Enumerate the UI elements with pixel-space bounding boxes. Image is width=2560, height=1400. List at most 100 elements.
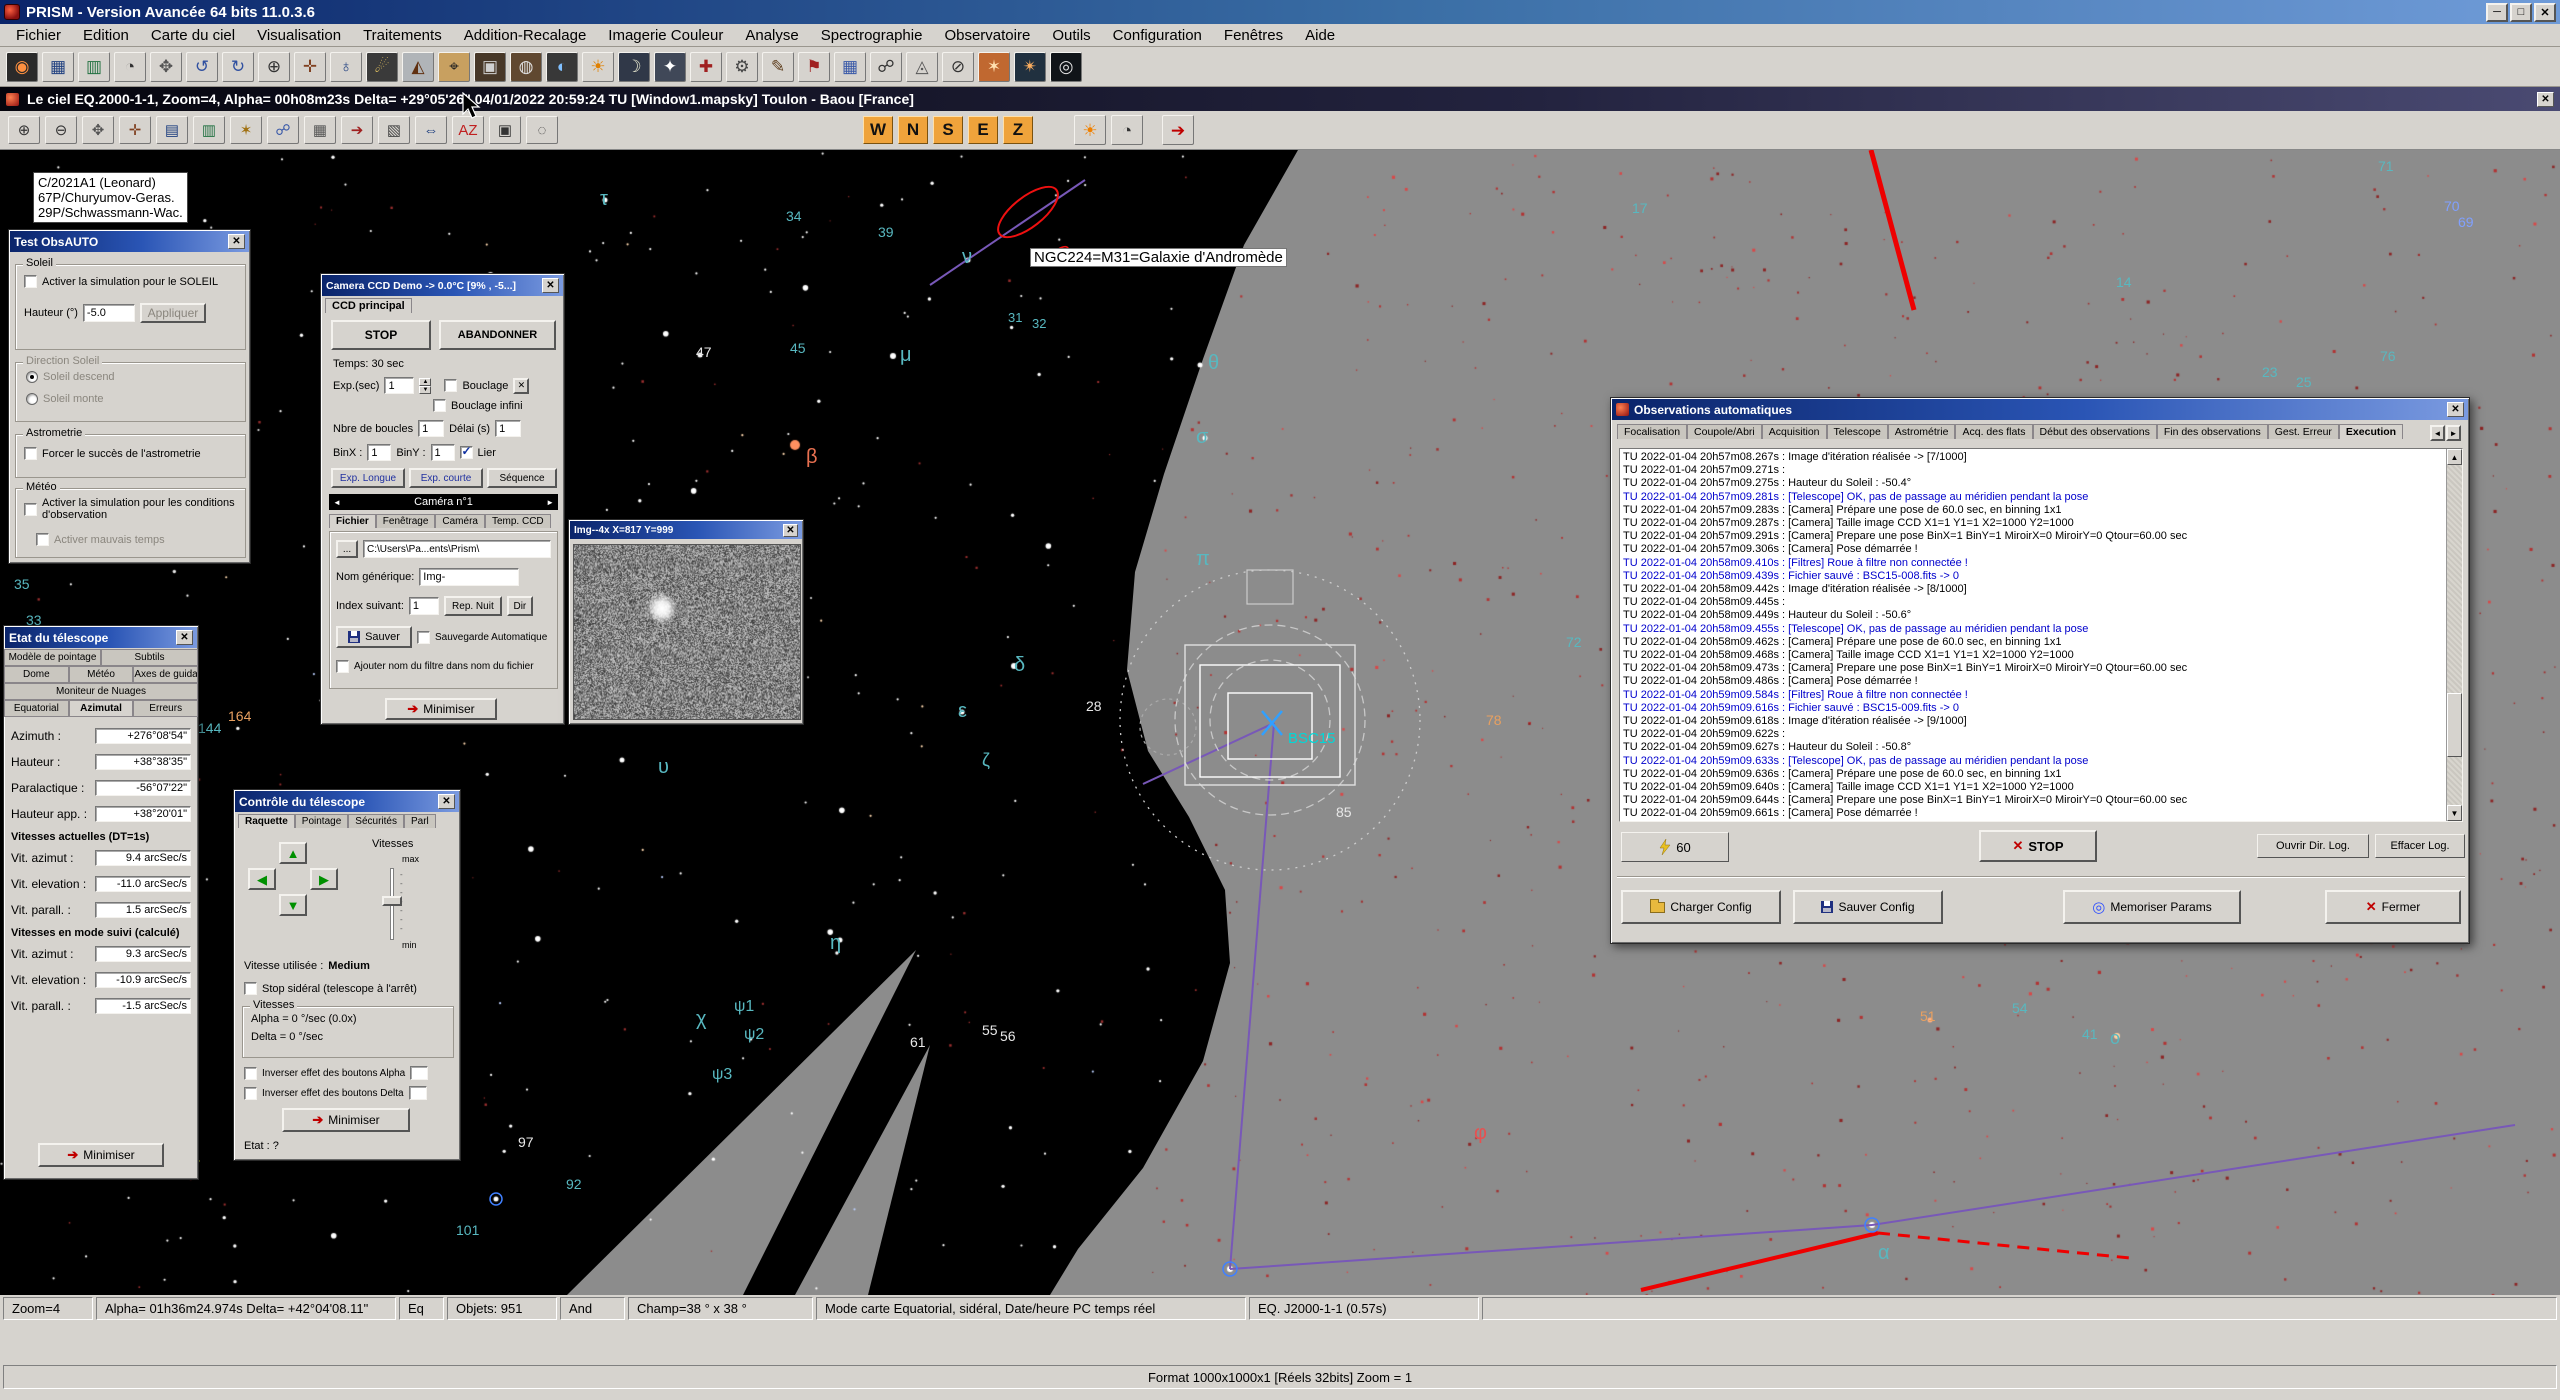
constellation-icon[interactable]: ☍ xyxy=(267,116,299,144)
tab-raquette[interactable]: Raquette xyxy=(238,814,295,828)
close-icon[interactable]: ✕ xyxy=(542,278,559,293)
zoom-icon[interactable]: ⊕ xyxy=(258,52,290,82)
obs-tab-fin-des-observations[interactable]: Fin des observations xyxy=(2157,424,2268,439)
save-icon[interactable]: ▦ xyxy=(42,52,74,82)
mount-icon[interactable]: ◬ xyxy=(906,52,938,82)
goto-icon[interactable]: ➔ xyxy=(341,116,373,144)
tab-fenetrage[interactable]: Fenêtrage xyxy=(376,514,436,528)
next-camera-icon[interactable]: ► xyxy=(546,498,554,507)
galaxy-photo-icon[interactable]: ✶ xyxy=(978,52,1010,82)
doc-icon[interactable]: ▧ xyxy=(378,116,410,144)
invert-delta-field[interactable] xyxy=(409,1086,427,1100)
pan-icon[interactable]: ✥ xyxy=(82,116,114,144)
west-button[interactable]: W xyxy=(863,116,893,144)
menu-item-fichier[interactable]: Fichier xyxy=(6,26,71,45)
invert-alpha-field[interactable] xyxy=(410,1066,428,1080)
scroll-thumb[interactable] xyxy=(2447,693,2462,757)
soleil-monte-radio[interactable] xyxy=(26,393,38,405)
minimize-dialog-button[interactable]: ➔Minimiser xyxy=(385,698,497,720)
state-tab-equatorial[interactable]: Equatorial xyxy=(4,700,69,717)
frame-icon[interactable]: ▣ xyxy=(489,116,521,144)
spectro-icon[interactable]: ◐ xyxy=(546,52,578,82)
focus-icon[interactable]: ◎ xyxy=(1050,52,1082,82)
zenith-button[interactable]: Z xyxy=(1003,116,1033,144)
tabs-scroll-right-icon[interactable]: ► xyxy=(2446,425,2461,441)
close-dialog-button[interactable]: ✕Fermer xyxy=(2325,890,2461,924)
sim-meteo-checkbox[interactable] xyxy=(24,503,37,516)
delay-input[interactable]: 1 xyxy=(495,420,521,437)
moon-icon[interactable]: ☽ xyxy=(618,52,650,82)
zoom-in-icon[interactable]: ⊕ xyxy=(8,116,40,144)
stars-icon[interactable]: ✶ xyxy=(230,116,262,144)
guide-icon[interactable]: ✚ xyxy=(690,52,722,82)
obs-tab-astrom-trie[interactable]: Astrométrie xyxy=(1888,424,1956,439)
tab-parl[interactable]: Parl xyxy=(404,814,436,828)
menu-item-outils[interactable]: Outils xyxy=(1042,26,1100,45)
speed-slider-thumb[interactable] xyxy=(382,896,402,906)
close-icon[interactable]: ✕ xyxy=(228,234,245,249)
obs-tab-gest-erreur[interactable]: Gest. Erreur xyxy=(2268,424,2339,439)
camera-selector-bar[interactable]: ◄ Caméra n°1 ► xyxy=(329,494,558,510)
soleil-descend-radio[interactable] xyxy=(26,371,38,383)
copy-icon[interactable]: ▥ xyxy=(193,116,225,144)
obs-tab-acq-des-flats[interactable]: Acq. des flats xyxy=(1955,424,2032,439)
generic-name-input[interactable]: Img- xyxy=(419,568,519,586)
stop-observations-button[interactable]: ✕STOP xyxy=(1979,830,2097,862)
state-tab-azimutal[interactable]: Azimutal xyxy=(69,700,134,717)
close-icon[interactable]: ✕ xyxy=(438,794,455,809)
exposure-countdown-button[interactable]: 60 xyxy=(1621,832,1729,862)
az-mode-icon[interactable]: AZ xyxy=(452,116,484,144)
log-scrollbar[interactable]: ▲ ▼ xyxy=(2446,449,2462,821)
clear-log-button[interactable]: Effacer Log. xyxy=(2375,834,2465,858)
sim-soleil-checkbox[interactable] xyxy=(24,275,37,288)
tab-ccd-principal[interactable]: CCD principal xyxy=(325,298,412,313)
state-tab-m-t-o[interactable]: Météo xyxy=(69,666,134,683)
satellite-icon[interactable]: ✦ xyxy=(654,52,686,82)
slew-up-button[interactable]: ▲ xyxy=(279,842,307,864)
menu-item-observatoire[interactable]: Observatoire xyxy=(934,26,1040,45)
clock-icon[interactable]: ◔ xyxy=(114,52,146,82)
sky-window-close-button[interactable]: ✕ xyxy=(2537,92,2554,107)
slew-left-button[interactable]: ◀ xyxy=(248,868,276,890)
execution-log-box[interactable]: TU 2022-01-04 20h57m08.267s : Image d'it… xyxy=(1619,448,2463,822)
tab-fichier[interactable]: Fichier xyxy=(329,514,376,528)
exposure-spinner[interactable]: ▲▼ xyxy=(419,378,431,394)
bouclage-checkbox[interactable] xyxy=(444,379,457,392)
state-tab-erreurs[interactable]: Erreurs xyxy=(133,700,198,717)
menu-item-visualisation[interactable]: Visualisation xyxy=(247,26,351,45)
lier-checkbox[interactable] xyxy=(460,446,473,459)
chart-icon[interactable]: ▥ xyxy=(78,52,110,82)
tab-temp-ccd[interactable]: Temp. CCD xyxy=(485,514,551,528)
state-tab-subtils[interactable]: Subtils xyxy=(101,649,198,666)
ccd-icon[interactable]: ▣ xyxy=(474,52,506,82)
obs-tab-d-but-des-observations[interactable]: Début des observations xyxy=(2033,424,2157,439)
hauteur-input[interactable]: -5.0 xyxy=(83,304,135,322)
menu-item-fen-tres[interactable]: Fenêtres xyxy=(1214,26,1293,45)
binx-input[interactable]: 1 xyxy=(367,444,391,461)
memorize-params-button[interactable]: ◎Memoriser Params xyxy=(2063,890,2241,924)
abandon-button[interactable]: ABANDONNER xyxy=(439,320,556,350)
save-path-field[interactable]: C:\Users\Pa...ents\Prism\ xyxy=(363,540,551,558)
tab-camera[interactable]: Caméra xyxy=(435,514,485,528)
appliquer-button[interactable]: Appliquer xyxy=(140,303,206,323)
invert-alpha-checkbox[interactable] xyxy=(244,1067,257,1080)
save-image-button[interactable]: Sauver xyxy=(336,626,412,648)
next-index-input[interactable]: 1 xyxy=(409,597,439,615)
crosshair-icon[interactable]: ✛ xyxy=(294,52,326,82)
menu-item-imagerie-couleur[interactable]: Imagerie Couleur xyxy=(598,26,733,45)
telescope-icon[interactable]: ⌖ xyxy=(438,52,470,82)
invert-delta-checkbox[interactable] xyxy=(244,1087,257,1100)
menu-item-configuration[interactable]: Configuration xyxy=(1103,26,1212,45)
exit-button[interactable]: ➔ xyxy=(1162,115,1194,145)
close-window-button[interactable]: ✕ xyxy=(2534,3,2556,22)
realtime-clock-button[interactable]: ◔ xyxy=(1111,115,1143,145)
stop-exposure-button[interactable]: STOP xyxy=(331,320,431,350)
long-exposure-button[interactable]: Exp. Longue xyxy=(331,468,405,488)
menu-item-edition[interactable]: Edition xyxy=(73,26,139,45)
south-button[interactable]: S xyxy=(933,116,963,144)
obs-tab-coupole-abri[interactable]: Coupole/Abri xyxy=(1687,424,1762,439)
minimize-dialog-button[interactable]: ➔Minimiser xyxy=(38,1143,164,1167)
camera-icon[interactable]: ◉ xyxy=(6,52,38,82)
menu-item-carte-du-ciel[interactable]: Carte du ciel xyxy=(141,26,245,45)
stop-sideral-checkbox[interactable] xyxy=(244,982,257,995)
